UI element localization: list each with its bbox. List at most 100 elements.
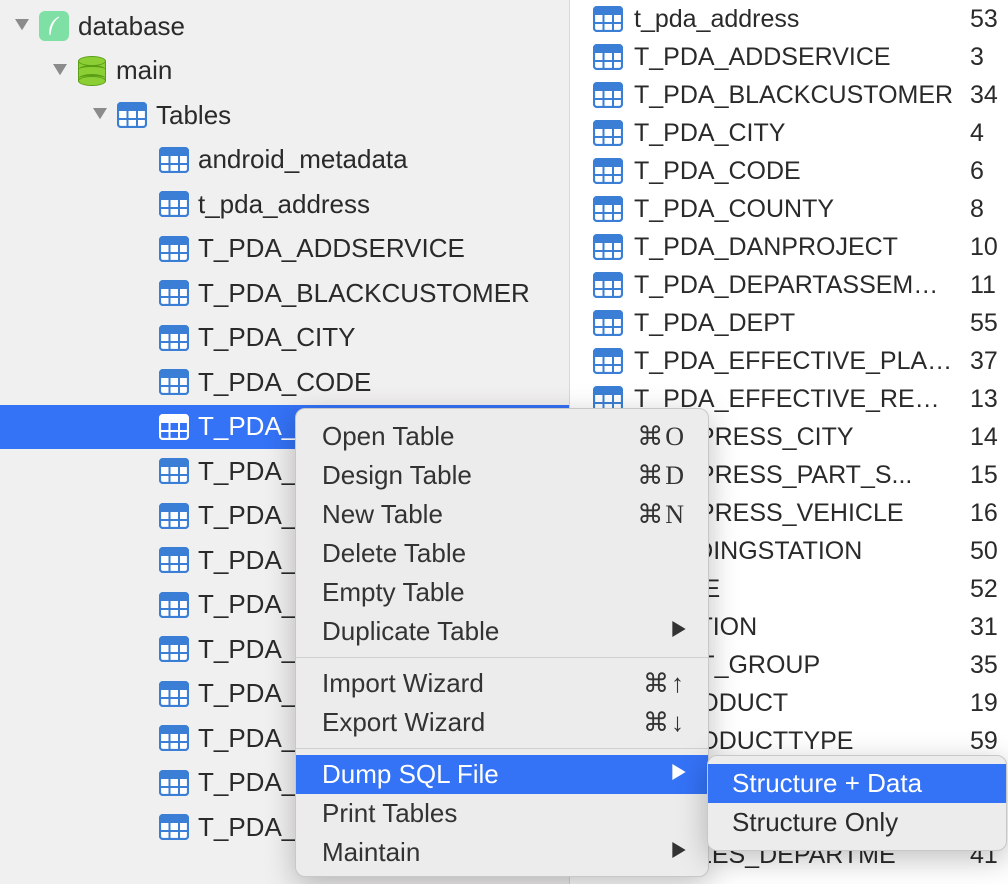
tree-item-table[interactable]: t_pda_address (0, 182, 569, 227)
table-count: 14 (970, 423, 1008, 452)
context-menu-item[interactable]: Maintain (296, 833, 708, 872)
menu-label: Empty Table (322, 577, 465, 608)
table-count: 53 (970, 5, 1008, 34)
table-list-item[interactable]: T_PDA_BLACKCUSTOMER 34 (570, 76, 1008, 114)
table-count: 31 (970, 613, 1008, 642)
chevron-down-icon[interactable] (92, 107, 108, 123)
tree-label: database (78, 11, 185, 42)
tree-label: T_PDA_ (198, 456, 296, 487)
menu-label: Maintain (322, 837, 420, 868)
table-icon (592, 117, 624, 149)
table-icon (158, 678, 190, 710)
menu-label: New Table (322, 499, 443, 530)
table-icon (592, 155, 624, 187)
context-menu-item[interactable]: Dump SQL File (296, 755, 708, 794)
table-list-item[interactable]: T_PDA_DEPT 55 (570, 304, 1008, 342)
table-name: t_pda_address (634, 5, 960, 34)
table-count: 4 (970, 119, 1008, 148)
submenu-item[interactable]: Structure Only (708, 803, 1006, 842)
context-menu-item[interactable]: Print Tables (296, 794, 708, 833)
tree-label: T_PDA_CITY (198, 322, 356, 353)
submenu-item[interactable]: Structure + Data (708, 764, 1006, 803)
tree-item-database[interactable]: database (0, 4, 569, 49)
table-count: 13 (970, 385, 1008, 414)
table-icon (592, 41, 624, 73)
table-icon (592, 269, 624, 301)
table-icon (158, 811, 190, 843)
table-name: T_PDA_COUNTY (634, 195, 960, 224)
menu-separator (296, 748, 708, 749)
tree-item-table[interactable]: android_metadata (0, 138, 569, 183)
table-icon (158, 277, 190, 309)
table-count: 59 (970, 727, 1008, 756)
submenu-arrow-icon (672, 621, 686, 642)
tree-label: T_PDA_ (198, 500, 296, 531)
table-icon (158, 767, 190, 799)
tree-label: T_PDA_ (198, 545, 296, 576)
table-icon (158, 455, 190, 487)
context-menu-item[interactable]: Design Table⌘D (296, 456, 708, 495)
tree-label: android_metadata (198, 144, 408, 175)
tree-label: T_PDA_ADDSERVICE (198, 233, 465, 264)
tree-item-schema[interactable]: main (0, 49, 569, 94)
context-menu-item[interactable]: New Table ⌘N (296, 495, 708, 534)
tree-item-table[interactable]: T_PDA_ADDSERVICE (0, 227, 569, 272)
table-list-item[interactable]: T_PDA_CODE 6 (570, 152, 1008, 190)
table-count: 35 (970, 651, 1008, 680)
tree-label: T_PDA_ (198, 678, 296, 709)
table-list-item[interactable]: T_PDA_DEPARTASSEMBLY... 11 (570, 266, 1008, 304)
tree-label: Tables (156, 100, 231, 131)
table-count: 55 (970, 309, 1008, 338)
tree-label: main (116, 55, 172, 86)
table-icon (158, 188, 190, 220)
submenu-arrow-icon (672, 764, 686, 785)
tree-label: T_PDA_ (198, 589, 296, 620)
context-menu-item[interactable]: Duplicate Table (296, 612, 708, 651)
table-list-item[interactable]: T_PDA_CITY 4 (570, 114, 1008, 152)
table-count: 8 (970, 195, 1008, 224)
table-count: 16 (970, 499, 1008, 528)
table-icon (592, 79, 624, 111)
tree-label: T_PDA_BLACKCUSTOMER (198, 278, 530, 309)
context-menu-item[interactable]: Delete Table (296, 534, 708, 573)
table-count: 37 (970, 347, 1008, 376)
menu-shortcut: ⌘↑ (643, 669, 686, 699)
tree-item-table[interactable]: T_PDA_CITY (0, 316, 569, 361)
table-icon (158, 589, 190, 621)
menu-label: Open Table (322, 421, 455, 452)
context-submenu: Structure + DataStructure Only (707, 755, 1007, 851)
table-count: 15 (970, 461, 1008, 490)
menu-label: Dump SQL File (322, 759, 499, 790)
table-icon (592, 231, 624, 263)
table-list-item[interactable]: T_PDA_EFFECTIVE_PLAN_... 37 (570, 342, 1008, 380)
menu-shortcut: ⌘O (637, 422, 686, 452)
context-menu-item[interactable]: Import Wizard⌘↑ (296, 664, 708, 703)
table-name: T_PDA_DEPARTASSEMBLY... (634, 271, 960, 300)
context-menu-item[interactable]: Open Table ⌘O (296, 417, 708, 456)
tree-label: T_PDA_ (198, 634, 296, 665)
table-name: T_PDA_DEPT (634, 309, 960, 338)
table-list-item[interactable]: T_PDA_COUNTY 8 (570, 190, 1008, 228)
tree-item-table[interactable]: T_PDA_BLACKCUSTOMER (0, 271, 569, 316)
sqlite-icon (38, 10, 70, 42)
table-count: 50 (970, 537, 1008, 566)
tree-item-tables-group[interactable]: Tables (0, 93, 569, 138)
tree-label: T_PDA_CODE (198, 367, 371, 398)
context-menu-item[interactable]: Empty Table (296, 573, 708, 612)
table-list-item[interactable]: t_pda_address 53 (570, 0, 1008, 38)
table-icon (158, 144, 190, 176)
table-name: T_PDA_BLACKCUSTOMER (634, 81, 960, 110)
table-list-item[interactable]: T_PDA_DANPROJECT 10 (570, 228, 1008, 266)
table-list-item[interactable]: T_PDA_ADDSERVICE 3 (570, 38, 1008, 76)
context-menu-item[interactable]: Export Wizard⌘↓ (296, 703, 708, 742)
table-icon (158, 366, 190, 398)
menu-label: Print Tables (322, 798, 457, 829)
chevron-down-icon[interactable] (14, 18, 30, 34)
table-count: 34 (970, 81, 1008, 110)
menu-label: Design Table (322, 460, 472, 491)
menu-shortcut: ⌘N (637, 500, 686, 530)
tree-item-table[interactable]: T_PDA_CODE (0, 360, 569, 405)
table-icon (158, 544, 190, 576)
chevron-down-icon[interactable] (52, 63, 68, 79)
table-icon (158, 633, 190, 665)
